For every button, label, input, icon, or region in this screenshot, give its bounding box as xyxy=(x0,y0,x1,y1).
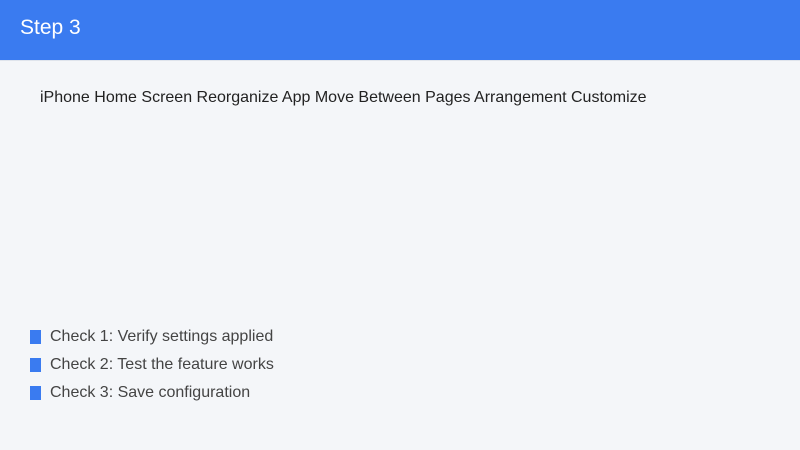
square-bullet-icon xyxy=(30,386,41,400)
step-description: iPhone Home Screen Reorganize App Move B… xyxy=(40,89,647,106)
checklist-item-label: Check 2: Test the feature works xyxy=(50,356,274,373)
checklist-item-label: Check 1: Verify settings applied xyxy=(50,328,274,345)
checklist-item: Check 3: Save configuration xyxy=(30,383,274,411)
step-header: Step 3 xyxy=(0,0,800,60)
checklist: Check 1: Verify settings applied Check 2… xyxy=(30,327,274,411)
header-divider xyxy=(0,60,800,61)
square-bullet-icon xyxy=(30,358,41,372)
checklist-item: Check 1: Verify settings applied xyxy=(30,327,274,355)
checklist-item: Check 2: Test the feature works xyxy=(30,355,274,383)
square-bullet-icon xyxy=(30,330,41,344)
checklist-item-label: Check 3: Save configuration xyxy=(50,384,251,401)
step-title: Step 3 xyxy=(20,16,81,39)
